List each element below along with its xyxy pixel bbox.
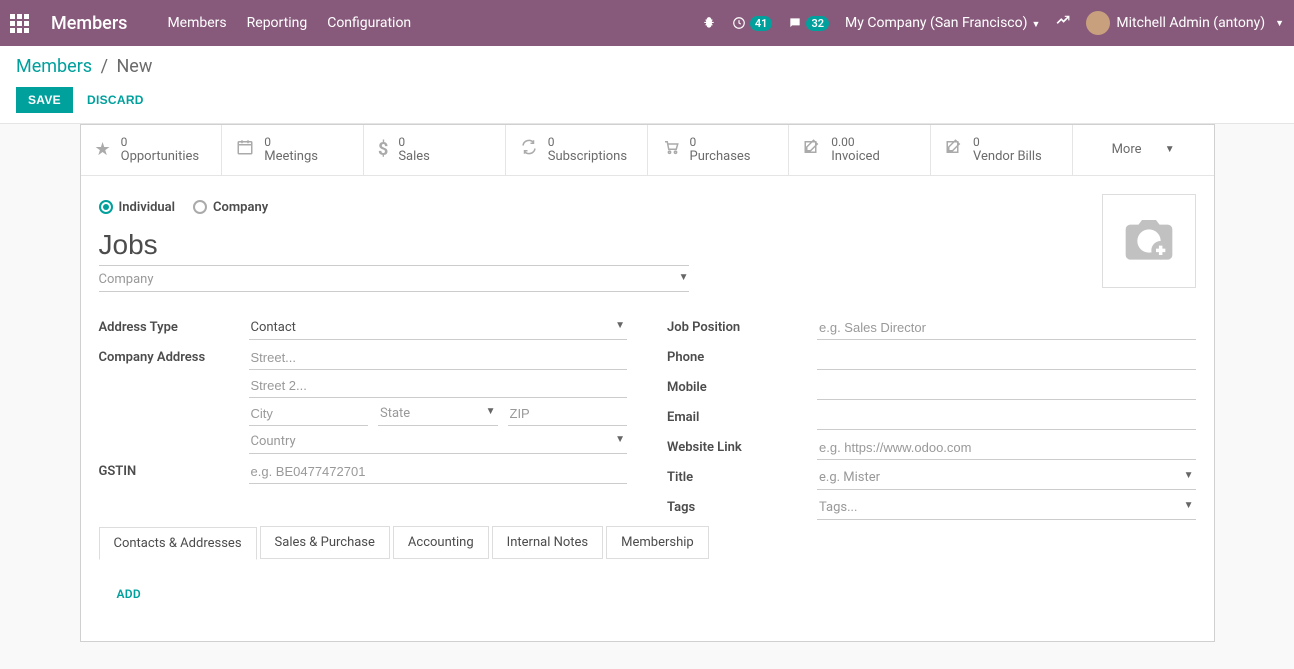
stat-subscriptions[interactable]: 0Subscriptions [506,125,648,175]
tab-contacts[interactable]: Contacts & Addresses [99,527,257,560]
stat-row: ★ 0Opportunities 0Meetings $ 0Sales 0Sub… [81,125,1214,176]
radio-company[interactable]: Company [193,200,268,215]
website-field[interactable] [817,436,1196,460]
form-sheet: ★ 0Opportunities 0Meetings $ 0Sales 0Sub… [80,124,1215,642]
street-field[interactable] [249,346,628,370]
control-bar: Members / New SAVE DISCARD [0,46,1294,124]
chevron-down-icon: ▼ [1184,470,1194,485]
pencil-square-icon [803,138,821,161]
stat-purchases[interactable]: 0Purchases [648,125,790,175]
tab-sales-purchase[interactable]: Sales & Purchase [260,526,390,559]
messages-icon[interactable]: 32 [788,16,829,31]
settings-icon[interactable] [1056,14,1070,32]
cart-icon [662,138,680,161]
zip-field[interactable] [508,402,628,426]
label-email: Email [667,406,817,425]
top-nav: Members Members Reporting Configuration … [0,0,1294,46]
stat-opportunities[interactable]: ★ 0Opportunities [81,125,223,175]
state-select[interactable]: State ▼ [378,402,498,426]
label-gstin: GSTIN [99,460,249,479]
pencil-square-icon [945,138,963,161]
activities-icon[interactable]: 41 [732,16,773,31]
breadcrumb: Members / New [16,56,1278,77]
breadcrumb-current: New [116,56,152,77]
star-icon: ★ [95,139,111,160]
debug-icon[interactable] [702,16,716,30]
messages-badge: 32 [806,16,829,31]
stat-sales[interactable]: $ 0Sales [364,125,506,175]
discard-button[interactable]: DISCARD [87,93,144,107]
user-menu[interactable]: Mitchell Admin (antony)▼ [1086,11,1284,35]
label-tags: Tags [667,496,817,515]
tab-internal-notes[interactable]: Internal Notes [492,526,603,559]
chevron-down-icon: ▼ [486,406,496,421]
image-upload[interactable] [1102,194,1196,288]
radio-dot-icon [193,200,207,214]
apps-icon[interactable] [10,14,29,33]
stat-vendor-bills[interactable]: 0Vendor Bills [931,125,1073,175]
radio-individual[interactable]: Individual [99,200,176,215]
label-mobile: Mobile [667,376,817,395]
email-field[interactable] [817,406,1196,430]
stat-meetings[interactable]: 0Meetings [222,125,364,175]
brand-title: Members [51,13,127,34]
dollar-icon: $ [378,139,388,160]
title-select[interactable]: e.g. Mister ▼ [817,466,1196,490]
breadcrumb-root[interactable]: Members [16,56,92,77]
city-field[interactable] [249,402,369,426]
tab-membership[interactable]: Membership [606,526,709,559]
label-title: Title [667,466,817,485]
tags-select[interactable]: Tags... ▼ [817,496,1196,520]
chevron-down-icon: ▼ [679,272,689,287]
chevron-down-icon: ▼ [1184,500,1194,515]
stat-invoiced[interactable]: 0.00Invoiced [789,125,931,175]
job-position-field[interactable] [817,316,1196,340]
chevron-down-icon: ▼ [1165,144,1175,155]
calendar-icon [236,138,254,161]
tab-accounting[interactable]: Accounting [393,526,489,559]
nav-link-members[interactable]: Members [167,15,226,31]
avatar [1086,11,1110,35]
label-company-address: Company Address [99,346,249,365]
address-type-select[interactable]: Contact ▼ [249,316,628,340]
street2-field[interactable] [249,374,628,398]
label-website: Website Link [667,436,817,455]
activities-badge: 41 [750,16,773,31]
chevron-down-icon: ▼ [615,320,625,335]
nav-right: 41 32 My Company (San Francisco)▼ Mitche… [702,11,1284,35]
tabs: Contacts & Addresses Sales & Purchase Ac… [99,526,1196,559]
add-button[interactable]: ADD [99,559,1196,611]
stat-more[interactable]: More ▼ [1073,125,1214,175]
label-address-type: Address Type [99,316,249,335]
nav-link-reporting[interactable]: Reporting [247,15,308,31]
label-job-position: Job Position [667,316,817,335]
phone-field[interactable] [817,346,1196,370]
gstin-field[interactable] [249,460,628,484]
company-select[interactable]: Company ▼ [99,268,689,292]
chevron-down-icon: ▼ [615,434,625,449]
refresh-icon [520,138,538,161]
radio-dot-icon [99,200,113,214]
save-button[interactable]: SAVE [16,87,73,113]
breadcrumb-sep: / [101,56,108,77]
name-field[interactable] [99,225,689,266]
company-switcher[interactable]: My Company (San Francisco)▼ [845,15,1040,31]
nav-link-configuration[interactable]: Configuration [327,15,411,31]
nav-links: Members Reporting Configuration [167,15,411,31]
label-phone: Phone [667,346,817,365]
mobile-field[interactable] [817,376,1196,400]
country-select[interactable]: Country ▼ [249,430,628,454]
